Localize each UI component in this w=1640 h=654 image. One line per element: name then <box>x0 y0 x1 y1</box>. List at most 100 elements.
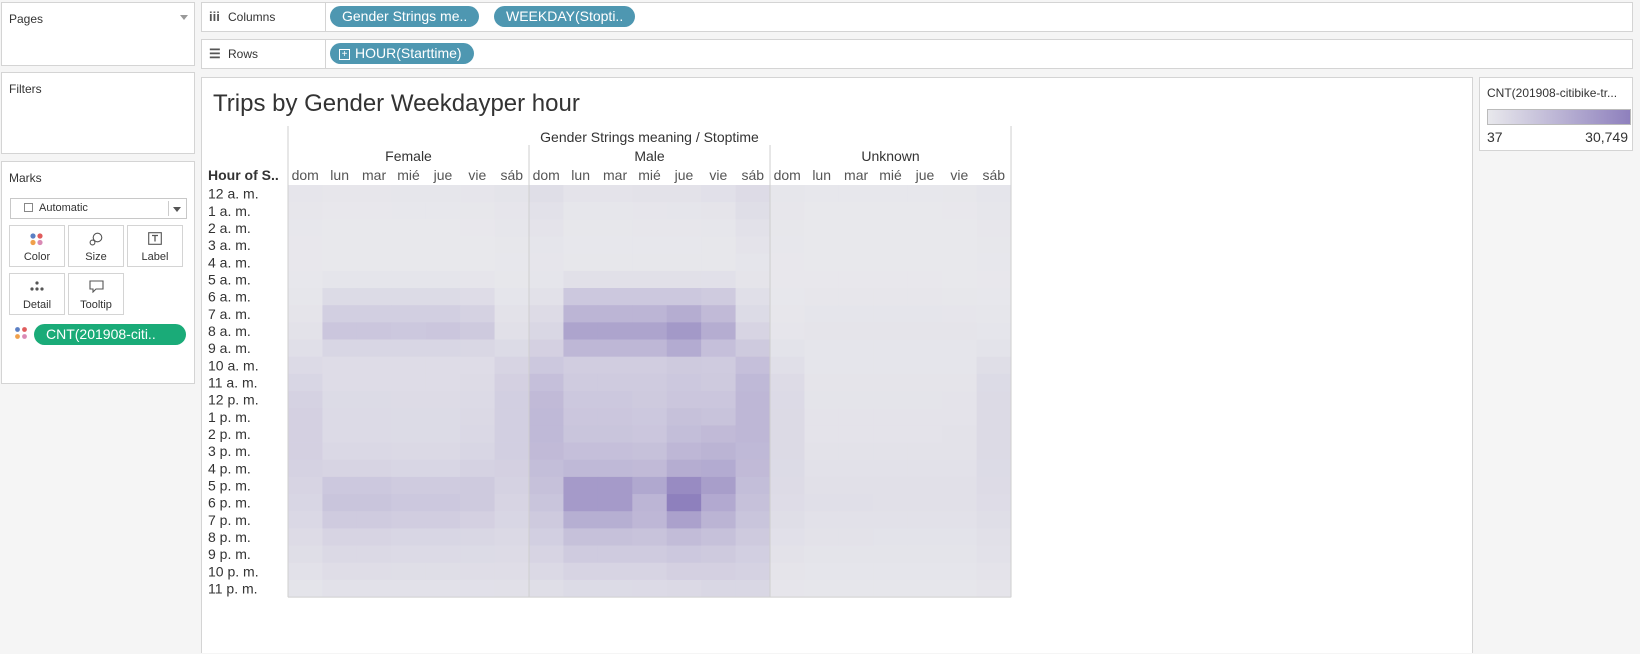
heatmap-cell <box>563 270 599 289</box>
heatmap-cell <box>907 494 943 512</box>
heatmap-cell <box>597 545 633 564</box>
heatmap-cell <box>770 511 805 529</box>
heatmap-cell <box>563 391 599 409</box>
heatmap-cell <box>735 459 771 478</box>
heatmap-cell <box>529 476 564 495</box>
heatmap-cell <box>597 528 633 546</box>
columns-pill-weekday[interactable]: WEEKDAY(Stopti.. <box>494 6 636 27</box>
hour-label: 12 a. m. <box>208 186 259 202</box>
heatmap-cell <box>425 494 461 512</box>
heatmap-cell <box>563 236 599 255</box>
heatmap-cell <box>356 494 392 512</box>
heatmap-cell <box>873 408 909 426</box>
hour-label: 2 a. m. <box>208 220 251 236</box>
size-button[interactable]: Size <box>68 225 124 267</box>
heatmap-cell <box>907 545 943 564</box>
heatmap-cell <box>735 476 771 495</box>
heatmap-cell <box>873 494 909 512</box>
filters-card[interactable]: Filters <box>1 72 195 154</box>
heatmap-cell <box>391 236 427 255</box>
heatmap-cell <box>391 442 427 461</box>
heatmap-cell <box>873 185 909 203</box>
heatmap-cell <box>907 459 943 478</box>
heatmap-cell <box>770 476 805 495</box>
heatmap-cell <box>701 494 736 512</box>
heatmap-cell <box>976 270 1012 289</box>
heatmap-cell <box>976 459 1012 478</box>
heatmap-cell <box>804 185 840 203</box>
rows-pill-hour[interactable]: + HOUR(Starttime) <box>330 43 474 64</box>
heatmap-cell <box>597 425 633 443</box>
heatmap-cell <box>666 545 702 564</box>
pages-card-menu-icon[interactable] <box>180 15 188 20</box>
heatmap-cell <box>632 288 668 306</box>
heatmap-cell <box>804 219 840 237</box>
heatmap-cell <box>701 288 736 306</box>
heatmap-cell <box>907 528 943 546</box>
heatmap-cell <box>907 476 943 495</box>
heatmap-cell <box>563 511 599 529</box>
heatmap-cell <box>288 459 323 478</box>
heatmap-cell <box>804 373 840 392</box>
heatmap-cell <box>563 562 599 581</box>
heatmap-cell <box>838 356 874 375</box>
heatmap-cell <box>597 356 633 375</box>
heatmap-cell <box>494 322 530 340</box>
heatmap-cell <box>356 391 392 409</box>
expand-icon[interactable]: + <box>339 49 350 60</box>
hour-label: 3 p. m. <box>208 443 251 459</box>
mark-type-dropdown[interactable]: Automatic <box>10 198 187 219</box>
heatmap-cell <box>563 305 599 323</box>
heatmap-cell <box>460 236 495 255</box>
heatmap-cell <box>563 202 599 220</box>
group-label: Male <box>634 148 665 164</box>
columns-pill-gender[interactable]: Gender Strings me.. <box>330 6 480 27</box>
heatmap-cell <box>976 356 1012 375</box>
heatmap-cell <box>735 528 771 546</box>
heatmap-cell <box>735 373 771 392</box>
heatmap-cell <box>701 270 736 289</box>
heatmap-cell <box>701 253 736 272</box>
heatmap-cell <box>666 219 702 237</box>
color-field-pill[interactable]: CNT(201908-citi.. <box>34 324 186 345</box>
heatmap-cell <box>322 562 358 581</box>
heatmap-cell <box>701 459 736 478</box>
detail-button-label: Detail <box>22 299 52 311</box>
day-label: mar <box>844 167 868 183</box>
heatmap-cell <box>322 408 358 426</box>
heatmap-cell <box>322 511 358 529</box>
heatmap-cell <box>770 442 805 461</box>
heatmap-cell <box>322 494 358 512</box>
legend-max-label: 30,749 <box>1585 129 1628 145</box>
heatmap: Gender Strings meaning / Stoptime Female d… <box>208 126 1012 598</box>
hour-label: 6 p. m. <box>208 495 251 511</box>
legend-title: CNT(201908-citibike-tr... <box>1487 86 1618 100</box>
group-label: Unknown <box>861 148 919 164</box>
heatmap-cell <box>391 579 427 598</box>
heatmap-cell <box>391 253 427 272</box>
heatmap-cell <box>460 562 495 581</box>
label-button[interactable]: Label <box>127 225 183 267</box>
heatmap-cell <box>391 476 427 495</box>
tooltip-button[interactable]: Tooltip <box>68 273 124 315</box>
heatmap-cell <box>425 270 461 289</box>
heatmap-cell <box>770 545 805 564</box>
day-label: vie <box>709 167 727 183</box>
heatmap-cell <box>356 408 392 426</box>
hour-label: 3 a. m. <box>208 237 251 253</box>
heatmap-cell <box>494 185 530 203</box>
heatmap-cell <box>942 579 977 598</box>
day-label: mié <box>397 167 420 183</box>
heatmap-cell <box>873 373 909 392</box>
heatmap-cell <box>735 322 771 340</box>
heatmap-cell <box>804 253 840 272</box>
heatmap-cell <box>356 579 392 598</box>
heatmap-cell <box>838 476 874 495</box>
heatmap-cell <box>563 253 599 272</box>
hour-label: 4 a. m. <box>208 254 251 270</box>
heatmap-cell <box>735 442 771 461</box>
detail-button[interactable]: Detail <box>9 273 65 315</box>
day-label: mié <box>638 167 661 183</box>
heatmap-cell <box>597 288 633 306</box>
color-button[interactable]: Color <box>9 225 65 267</box>
